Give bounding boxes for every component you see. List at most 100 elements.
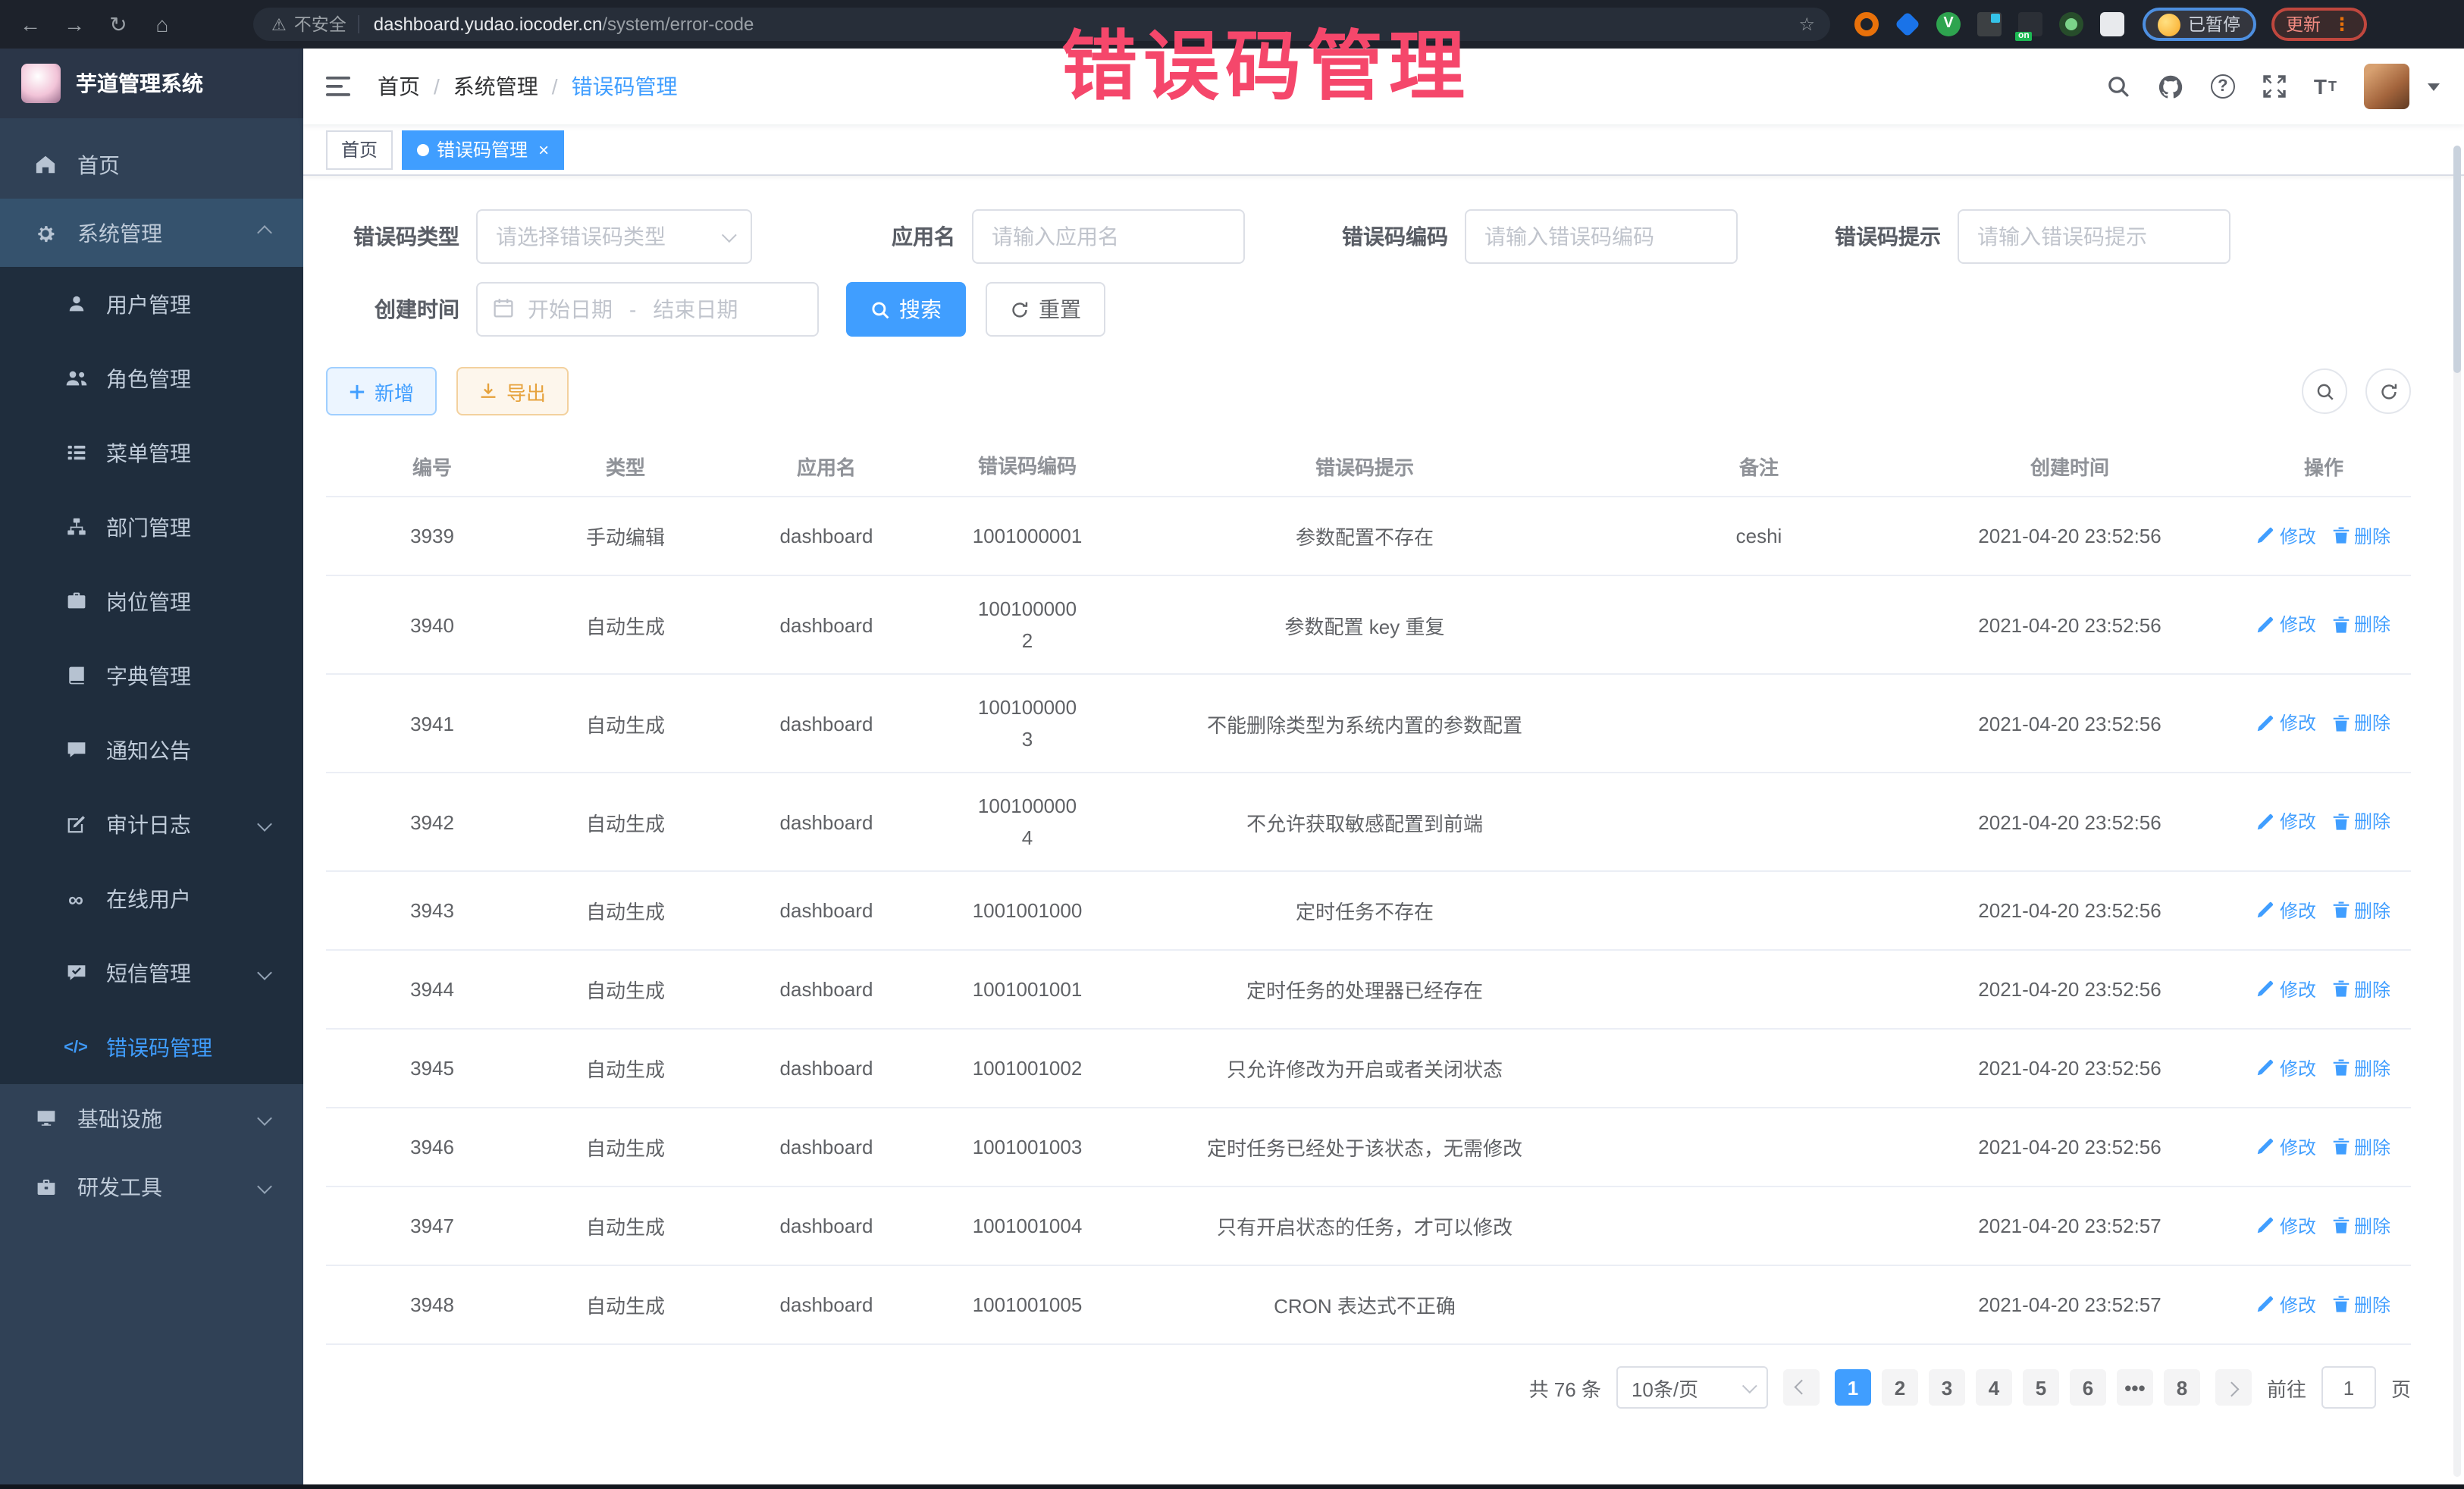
browser-menu-kebab-icon[interactable]: ⋮	[2333, 14, 2351, 35]
create-time-range-picker[interactable]: 开始日期 - 结束日期	[476, 282, 819, 337]
delete-link[interactable]: 删除	[2331, 710, 2390, 736]
delete-link[interactable]: 删除	[2331, 809, 2390, 835]
delete-link[interactable]: 删除	[2331, 1213, 2390, 1239]
column-header[interactable]: 备注	[1615, 452, 1903, 481]
browser-back-icon[interactable]: ←	[18, 12, 42, 36]
sidebar-item-部门管理[interactable]: 部门管理	[0, 490, 303, 564]
extension-green-icon[interactable]: V	[1936, 12, 1961, 36]
page-button-5[interactable]: 5	[2023, 1369, 2059, 1406]
page-button-4[interactable]: 4	[1976, 1369, 2012, 1406]
extension-grid-icon[interactable]	[1977, 12, 2002, 36]
page-button-8[interactable]: 8	[2164, 1369, 2200, 1406]
sidebar-item-短信管理[interactable]: 短信管理	[0, 936, 303, 1010]
sidebar-item-首页[interactable]: 首页	[0, 130, 303, 199]
extensions-puzzle-icon[interactable]	[2100, 12, 2124, 36]
breadcrumb-home[interactable]: 首页	[378, 71, 420, 102]
page-scrollbar[interactable]	[2453, 146, 2461, 1477]
edit-link[interactable]: 修改	[2257, 1292, 2316, 1318]
page-size-select[interactable]: 10条/页	[1616, 1366, 1768, 1409]
extension-orange-icon[interactable]	[1854, 12, 1879, 36]
edit-link[interactable]: 修改	[2257, 898, 2316, 923]
header-search-icon[interactable]	[2106, 74, 2130, 99]
edit-link[interactable]: 修改	[2257, 809, 2316, 835]
sidebar-item-角色管理[interactable]: 角色管理	[0, 341, 303, 415]
toggle-search-button[interactable]	[2302, 368, 2347, 414]
font-size-icon[interactable]: TT	[2314, 74, 2337, 99]
page-button-3[interactable]: 3	[1929, 1369, 1965, 1406]
prev-page-button[interactable]	[1783, 1369, 1820, 1406]
github-icon[interactable]	[2158, 74, 2183, 99]
add-button[interactable]: 新增	[326, 367, 437, 415]
cell-operations: 修改删除	[2237, 1134, 2411, 1161]
export-button[interactable]: 导出	[456, 367, 569, 415]
scrollbar-thumb[interactable]	[2453, 146, 2461, 373]
extension-key-icon[interactable]	[2059, 12, 2083, 36]
column-header[interactable]: 操作	[2237, 452, 2411, 481]
sidebar-item-系统管理[interactable]: 系统管理	[0, 199, 303, 267]
column-header[interactable]: 应用名	[713, 452, 940, 481]
edit-link[interactable]: 修改	[2257, 976, 2316, 1002]
sidebar-item-字典管理[interactable]: 字典管理	[0, 638, 303, 713]
help-icon[interactable]: ?	[2211, 74, 2235, 99]
edit-link[interactable]: 修改	[2257, 523, 2316, 549]
next-page-button[interactable]	[2215, 1369, 2252, 1406]
column-header[interactable]: 错误码提示	[1114, 452, 1615, 481]
column-header[interactable]: 类型	[538, 452, 713, 481]
hamburger-icon[interactable]	[326, 76, 350, 97]
bookmark-star-icon[interactable]: ☆	[1798, 14, 1815, 35]
tab-error-code[interactable]: 错误码管理 ×	[402, 130, 564, 169]
extension-gem-icon[interactable]	[1895, 11, 1920, 37]
browser-update-badge[interactable]: 更新 ⋮	[2271, 8, 2366, 41]
sidebar-item-菜单管理[interactable]: 菜单管理	[0, 415, 303, 490]
user-avatar[interactable]	[2364, 64, 2409, 109]
delete-link[interactable]: 删除	[2331, 1055, 2390, 1081]
edit-link[interactable]: 修改	[2257, 710, 2316, 736]
address-bar[interactable]: ⚠ 不安全 dashboard.yudao.iocoder.cn /system…	[253, 8, 1830, 41]
delete-link[interactable]: 删除	[2331, 1134, 2390, 1160]
search-button[interactable]: 搜索	[846, 282, 966, 337]
filter-input[interactable]: 请输入应用名	[972, 209, 1245, 264]
fullscreen-icon[interactable]	[2262, 74, 2287, 99]
sidebar-item-审计日志[interactable]: 审计日志	[0, 787, 303, 861]
sidebar-item-通知公告[interactable]: 通知公告	[0, 713, 303, 787]
delete-link[interactable]: 删除	[2331, 523, 2390, 549]
sidebar-item-研发工具[interactable]: 研发工具	[0, 1152, 303, 1221]
refresh-table-button[interactable]	[2365, 368, 2411, 414]
sidebar-item-在线用户[interactable]: ∞在线用户	[0, 861, 303, 936]
page-button-6[interactable]: 6	[2070, 1369, 2106, 1406]
sidebar-item-用户管理[interactable]: 用户管理	[0, 267, 303, 341]
reset-button[interactable]: 重置	[986, 282, 1105, 337]
breadcrumb-system[interactable]: 系统管理	[453, 71, 538, 102]
column-header[interactable]: 创建时间	[1903, 452, 2237, 481]
page-button-2[interactable]: 2	[1882, 1369, 1918, 1406]
goto-page-input[interactable]: 1	[2321, 1366, 2376, 1409]
tab-close-icon[interactable]: ×	[538, 140, 549, 158]
filter-input[interactable]: 请输入错误码提示	[1958, 209, 2230, 264]
tab-home[interactable]: 首页	[326, 130, 393, 169]
avatar-dropdown-caret-icon[interactable]	[2428, 83, 2440, 90]
filter-input[interactable]: 请输入错误码编码	[1465, 209, 1738, 264]
page-button-1[interactable]: 1	[1835, 1369, 1871, 1406]
column-header[interactable]: 编号	[326, 452, 538, 481]
delete-link[interactable]: 删除	[2331, 898, 2390, 923]
filter-select[interactable]: 请选择错误码类型	[476, 209, 752, 264]
browser-reload-icon[interactable]: ↻	[106, 11, 130, 37]
edit-link[interactable]: 修改	[2257, 1055, 2316, 1081]
cell-operations: 修改删除	[2237, 976, 2411, 1003]
browser-home-icon[interactable]: ⌂	[150, 12, 174, 36]
edit-link[interactable]: 修改	[2257, 1213, 2316, 1239]
sidebar-item-岗位管理[interactable]: 岗位管理	[0, 564, 303, 638]
delete-link[interactable]: 删除	[2331, 976, 2390, 1002]
column-header[interactable]: 错误码编码	[940, 450, 1114, 482]
sidebar-item-错误码管理[interactable]: </>错误码管理	[0, 1010, 303, 1084]
edit-link[interactable]: 修改	[2257, 1134, 2316, 1160]
edit-link[interactable]: 修改	[2257, 612, 2316, 638]
delete-link[interactable]: 删除	[2331, 612, 2390, 638]
delete-link[interactable]: 删除	[2331, 1292, 2390, 1318]
profile-paused-badge[interactable]: 已暂停	[2143, 8, 2256, 41]
browser-forward-icon[interactable]: →	[62, 12, 86, 36]
page-ellipsis[interactable]: •••	[2117, 1369, 2153, 1406]
sidebar-item-基础设施[interactable]: 基础设施	[0, 1084, 303, 1152]
extension-on-badge-icon[interactable]	[2018, 12, 2042, 36]
sidebar-logo[interactable]: 芋道管理系统	[0, 49, 303, 118]
